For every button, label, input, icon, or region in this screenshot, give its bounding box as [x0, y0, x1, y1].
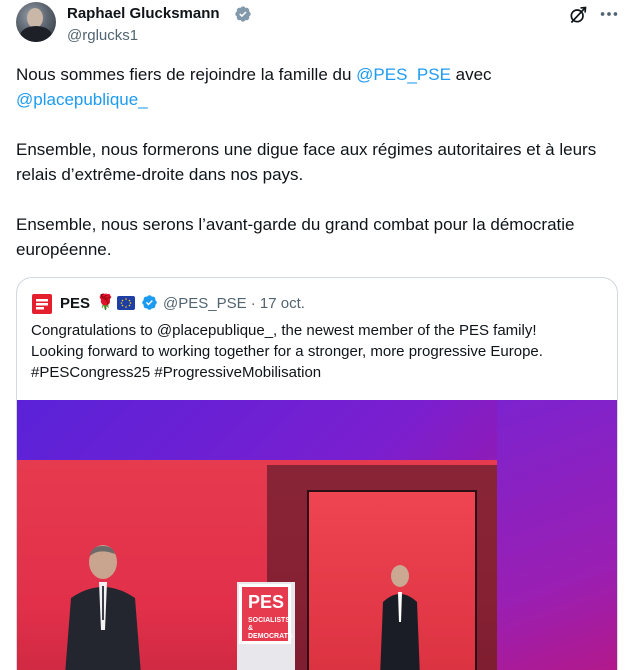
- rose-emoji: 🌹: [96, 294, 115, 311]
- quoted-text-line: #PESCongress25 #ProgressiveMobilisation: [31, 364, 322, 381]
- tweet-paragraph-2: Ensemble, nous formerons une digue face …: [16, 140, 597, 184]
- quoted-author-name[interactable]: PES: [60, 295, 90, 312]
- quoted-text-line: Looking forward to working together for …: [31, 343, 543, 360]
- mention-pes-pse-link[interactable]: @PES_PSE: [356, 65, 451, 84]
- mention-placepublique-link[interactable]: @placepublique_: [16, 90, 148, 109]
- quoted-media-photo[interactable]: PES SOCIALISTS & DEMOCRATS: [17, 400, 617, 670]
- quoted-text-line: Congratulations to @placepublique_, the …: [31, 322, 537, 339]
- pes-logo-icon: [32, 294, 52, 314]
- author-display-name[interactable]: Raphael Glucksmann: [67, 5, 220, 22]
- more-icon[interactable]: [598, 4, 620, 24]
- avatar[interactable]: [16, 2, 56, 42]
- tweet-paragraph-1: Nous sommes fiers de rejoindre la famill…: [16, 65, 492, 109]
- tweet: Raphael Glucksmann @rglucks1 Nous sommes…: [0, 0, 640, 670]
- quoted-handle-date[interactable]: @PES_PSE · 17 oct.: [163, 295, 305, 312]
- quoted-text: Congratulations to @placepublique_, the …: [31, 320, 611, 383]
- verified-badge-icon: [142, 295, 157, 310]
- tweet-paragraph-3: Ensemble, nous serons l’avant-garde du g…: [16, 215, 575, 259]
- grok-icon[interactable]: [568, 5, 588, 25]
- tweet-text: Nous sommes fiers de rejoindre la famill…: [16, 62, 622, 287]
- eu-flag-icon: [117, 296, 135, 310]
- podium-sign: PES SOCIALISTS & DEMOCRATS: [239, 584, 293, 644]
- author-handle[interactable]: @rglucks1: [67, 27, 138, 44]
- quoted-tweet[interactable]: PES 🌹 @PES_PSE · 17 oct. Congratulations…: [16, 277, 618, 670]
- video-screen: [307, 490, 477, 670]
- speaker-figure: [65, 545, 141, 670]
- verified-badge-icon: [235, 6, 251, 22]
